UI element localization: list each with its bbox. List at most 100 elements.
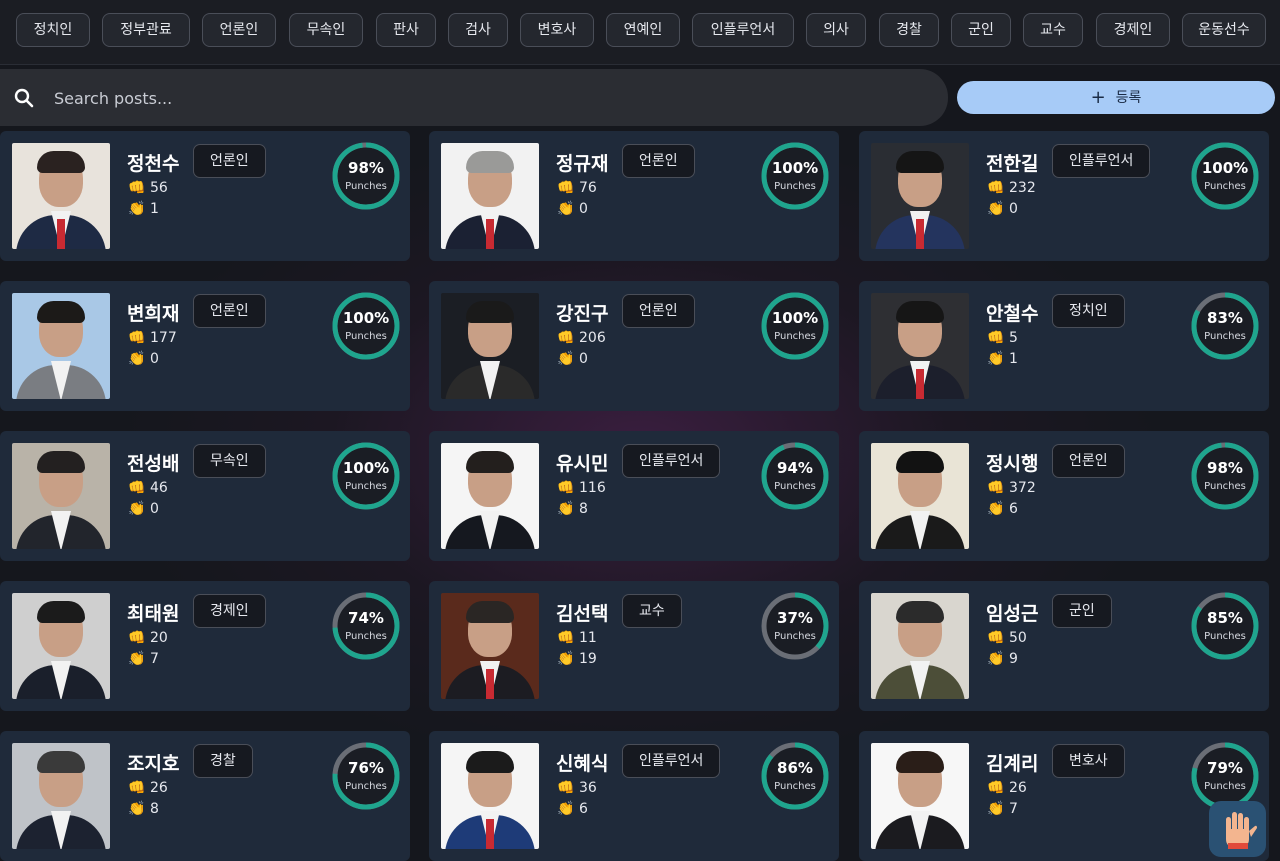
profile-card[interactable]: 임성근 군인 👊 50 👏 9 85% Punches bbox=[859, 581, 1269, 711]
clap-icon[interactable]: 👏 bbox=[557, 501, 575, 517]
category-tag[interactable]: 언론인 bbox=[193, 144, 266, 178]
category-chip[interactable]: 정부관료 bbox=[102, 13, 190, 47]
profile-photo[interactable] bbox=[12, 593, 110, 699]
profile-card[interactable]: 조지호 경찰 👊 26 👏 8 76% Punches bbox=[0, 731, 410, 861]
punch-icon[interactable]: 👊 bbox=[557, 630, 575, 646]
clap-icon[interactable]: 👏 bbox=[128, 201, 146, 217]
clap-icon[interactable]: 👏 bbox=[557, 201, 575, 217]
punch-icon[interactable]: 👊 bbox=[557, 480, 575, 496]
clap-icon[interactable]: 👏 bbox=[987, 801, 1005, 817]
profile-photo[interactable] bbox=[441, 443, 539, 549]
category-chip[interactable]: 무속인 bbox=[289, 13, 363, 47]
punch-icon[interactable]: 👊 bbox=[987, 480, 1005, 496]
category-chip[interactable]: 교수 bbox=[1023, 13, 1083, 47]
clap-icon[interactable]: 👏 bbox=[987, 501, 1005, 517]
category-tag[interactable]: 교수 bbox=[622, 594, 682, 628]
punch-icon[interactable]: 👊 bbox=[128, 480, 146, 496]
punch-icon[interactable]: 👊 bbox=[987, 330, 1005, 346]
profile-card[interactable]: 유시민 인플루언서 👊 116 👏 8 94% Punches bbox=[429, 431, 839, 561]
profile-card[interactable]: 김선택 교수 👊 11 👏 19 37% Punches bbox=[429, 581, 839, 711]
profile-card[interactable]: 안철수 정치인 👊 5 👏 1 83% Punches bbox=[859, 281, 1269, 411]
category-tag[interactable]: 언론인 bbox=[1052, 444, 1125, 478]
profile-photo[interactable] bbox=[12, 443, 110, 549]
profile-photo[interactable] bbox=[441, 743, 539, 849]
clap-icon[interactable]: 👏 bbox=[128, 351, 146, 367]
punch-icon[interactable]: 👊 bbox=[128, 630, 146, 646]
clap-icon[interactable]: 👏 bbox=[987, 201, 1005, 217]
profile-photo[interactable] bbox=[871, 143, 969, 249]
profile-card[interactable]: 전한길 인플루언서 👊 232 👏 0 100% Punches bbox=[859, 131, 1269, 261]
profile-card[interactable]: 정시행 언론인 👊 372 👏 6 98% Punches bbox=[859, 431, 1269, 561]
category-tag[interactable]: 인플루언서 bbox=[622, 744, 721, 778]
punch-ratio-label: Punches bbox=[1204, 181, 1246, 192]
punch-icon[interactable]: 👊 bbox=[557, 180, 575, 196]
profile-card[interactable]: 김계리 변호사 👊 26 👏 7 79% Punches bbox=[859, 731, 1269, 861]
profile-photo[interactable] bbox=[12, 293, 110, 399]
clap-icon[interactable]: 👏 bbox=[557, 801, 575, 817]
profile-photo[interactable] bbox=[871, 743, 969, 849]
category-chip[interactable]: 판사 bbox=[376, 13, 436, 47]
category-chip[interactable]: 운동선수 bbox=[1182, 13, 1266, 47]
profile-photo[interactable] bbox=[871, 443, 969, 549]
category-tag[interactable]: 언론인 bbox=[622, 294, 695, 328]
profile-photo[interactable] bbox=[441, 293, 539, 399]
profile-card[interactable]: 최태원 경제인 👊 20 👏 7 74% Punches bbox=[0, 581, 410, 711]
profile-photo[interactable] bbox=[12, 143, 110, 249]
category-chip[interactable]: 경제인 bbox=[1096, 13, 1170, 47]
category-chip[interactable]: 변호사 bbox=[520, 13, 594, 47]
punch-icon[interactable]: 👊 bbox=[557, 780, 575, 796]
profile-card[interactable]: 신혜식 인플루언서 👊 36 👏 6 86% Punches bbox=[429, 731, 839, 861]
category-chip[interactable]: 연예인 bbox=[606, 13, 680, 47]
floating-action-button[interactable] bbox=[1209, 801, 1266, 857]
profile-photo[interactable] bbox=[441, 593, 539, 699]
punch-stat: 👊 11 bbox=[557, 630, 597, 646]
clap-stat: 👏 6 bbox=[557, 801, 588, 817]
add-post-button[interactable]: + 등록 bbox=[957, 81, 1275, 114]
category-tag[interactable]: 언론인 bbox=[193, 294, 266, 328]
profile-name: 변희재 bbox=[127, 303, 180, 325]
search-input[interactable] bbox=[52, 84, 916, 112]
profile-card[interactable]: 전성배 무속인 👊 46 👏 0 100% Punches bbox=[0, 431, 410, 561]
search-icon[interactable] bbox=[12, 86, 36, 110]
punch-icon[interactable]: 👊 bbox=[557, 330, 575, 346]
profile-card[interactable]: 정규재 언론인 👊 76 👏 0 100% Punches bbox=[429, 131, 839, 261]
category-chip[interactable]: 정치인 bbox=[16, 13, 90, 47]
category-chip[interactable]: 군인 bbox=[951, 13, 1011, 47]
profile-photo[interactable] bbox=[871, 293, 969, 399]
profile-name: 최태원 bbox=[127, 603, 180, 625]
clap-icon[interactable]: 👏 bbox=[987, 351, 1005, 367]
punch-icon[interactable]: 👊 bbox=[987, 780, 1005, 796]
punch-stat: 👊 177 bbox=[128, 330, 177, 346]
category-chip[interactable]: 의사 bbox=[806, 13, 866, 47]
profile-card[interactable]: 변희재 언론인 👊 177 👏 0 100% Punches bbox=[0, 281, 410, 411]
category-tag[interactable]: 군인 bbox=[1052, 594, 1112, 628]
category-tag[interactable]: 인플루언서 bbox=[1052, 144, 1151, 178]
clap-icon[interactable]: 👏 bbox=[557, 351, 575, 367]
clap-icon[interactable]: 👏 bbox=[987, 651, 1005, 667]
category-tag[interactable]: 경찰 bbox=[193, 744, 253, 778]
profile-photo[interactable] bbox=[441, 143, 539, 249]
clap-icon[interactable]: 👏 bbox=[128, 801, 146, 817]
category-chip[interactable]: 인플루언서 bbox=[692, 13, 794, 47]
category-chip[interactable]: 경찰 bbox=[879, 13, 939, 47]
clap-icon[interactable]: 👏 bbox=[128, 501, 146, 517]
category-tag[interactable]: 정치인 bbox=[1052, 294, 1125, 328]
category-chip[interactable]: 언론인 bbox=[202, 13, 276, 47]
profile-card[interactable]: 강진구 언론인 👊 206 👏 0 100% Punches bbox=[429, 281, 839, 411]
category-tag[interactable]: 무속인 bbox=[193, 444, 266, 478]
category-tag[interactable]: 언론인 bbox=[622, 144, 695, 178]
clap-icon[interactable]: 👏 bbox=[128, 651, 146, 667]
profile-photo[interactable] bbox=[871, 593, 969, 699]
category-tag[interactable]: 인플루언서 bbox=[622, 444, 721, 478]
punch-icon[interactable]: 👊 bbox=[128, 330, 146, 346]
punch-icon[interactable]: 👊 bbox=[128, 780, 146, 796]
punch-icon[interactable]: 👊 bbox=[987, 180, 1005, 196]
clap-icon[interactable]: 👏 bbox=[557, 651, 575, 667]
category-chip[interactable]: 검사 bbox=[448, 13, 508, 47]
category-tag[interactable]: 변호사 bbox=[1052, 744, 1125, 778]
category-tag[interactable]: 경제인 bbox=[193, 594, 266, 628]
punch-icon[interactable]: 👊 bbox=[987, 630, 1005, 646]
profile-card[interactable]: 정천수 언론인 👊 56 👏 1 98% Punches bbox=[0, 131, 410, 261]
profile-photo[interactable] bbox=[12, 743, 110, 849]
punch-icon[interactable]: 👊 bbox=[128, 180, 146, 196]
